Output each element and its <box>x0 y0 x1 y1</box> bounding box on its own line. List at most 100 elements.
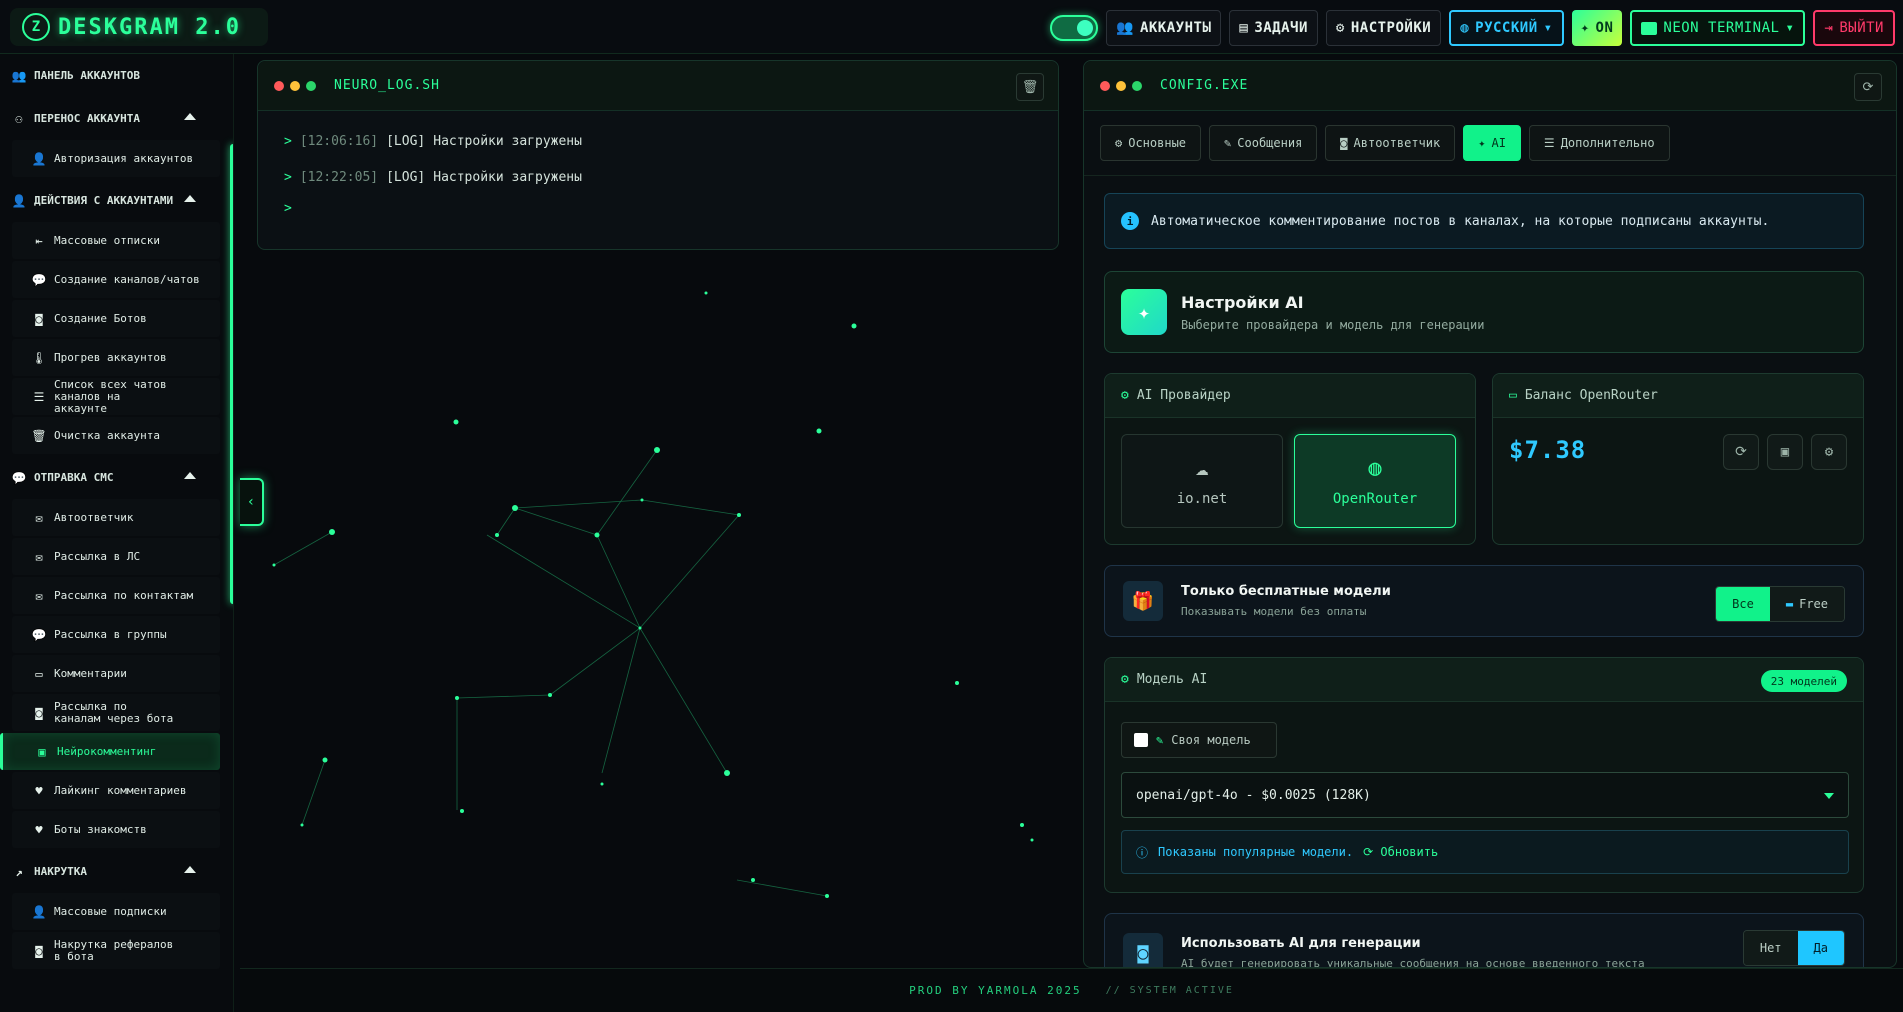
window-maximize-dot[interactable] <box>306 80 316 91</box>
sidebar-item-label: Рассылка по контактам <box>54 588 194 602</box>
provider-label: io.net <box>1176 490 1228 507</box>
theme-label: NEON TERMINAL <box>1663 20 1780 36</box>
free-models-option[interactable]: ▬ Free <box>1769 587 1844 621</box>
settings-button[interactable]: ⚙ НАСТРОЙКИ <box>1325 10 1442 46</box>
prompt-glyph: > <box>284 169 292 185</box>
window-minimize-dot[interactable] <box>290 80 300 91</box>
sidebar-item-neurocommenting[interactable]: ▣ Нейрокомментинг <box>0 733 220 770</box>
card-title: AI Провайдер <box>1136 388 1231 403</box>
custom-model-checkbox[interactable]: ✎ Своя модель <box>1121 722 1277 758</box>
reload-config-button[interactable]: ⟳ <box>1854 73 1882 101</box>
app-logo[interactable]: Z DESKGRAM 2.0 <box>10 8 268 46</box>
tab-autoresponder[interactable]: ◙ Автоответчик <box>1325 125 1456 161</box>
settings-balance-button[interactable]: ⚙ <box>1811 434 1847 470</box>
sidebar-item-label: Список всех чатов каналов на аккаунте <box>54 377 167 415</box>
log-prompt[interactable]: > <box>258 201 1058 216</box>
power-toggle[interactable] <box>1050 15 1099 41</box>
sidebar-scrollbar[interactable] <box>230 144 233 604</box>
info-icon: i <box>1121 212 1139 230</box>
sidebar: 👥 ПАНЕЛЬ АККАУНТОВ ⚇ ПЕРЕНОС АККАУНТА 👤 … <box>0 54 234 1012</box>
refresh-icon: ⟳ <box>1862 79 1874 95</box>
sidebar-item-label: Рассылка по каналам через бота <box>54 699 174 725</box>
chat-bubble-icon: 💬 <box>31 627 47 642</box>
sidebar-item-label: ПАНЕЛЬ АККАУНТОВ <box>34 69 140 82</box>
cloud-icon: ☁ <box>1195 455 1209 481</box>
tab-basic[interactable]: ⚙ Основные <box>1100 125 1202 161</box>
sidebar-item-dating-bots[interactable]: ♥ Боты знакомств <box>12 811 220 848</box>
chart-line-icon: ↗ <box>15 864 23 879</box>
envelope-open-icon: ✉ <box>35 510 43 525</box>
refresh-models-link[interactable]: ⟳ Обновить <box>1363 845 1438 859</box>
chevron-up-icon <box>184 113 196 120</box>
sparkle-icon: ✦ <box>1121 289 1167 335</box>
globe-icon: ◍ <box>1460 20 1470 36</box>
edit-icon: ✎ <box>1156 733 1164 747</box>
sidebar-item-contacts-mailing[interactable]: ✉ Рассылка по контактам <box>12 577 220 614</box>
provider-option-ionet[interactable]: ☁ io.net <box>1121 434 1283 528</box>
accounts-button[interactable]: 👥 АККАУНТЫ <box>1106 10 1222 46</box>
window-minimize-dot[interactable] <box>1116 80 1126 91</box>
tab-ai[interactable]: ✦ AI <box>1463 125 1521 161</box>
sidebar-section-boost[interactable]: ↗ НАКРУТКА <box>0 850 214 893</box>
ai-settings-title: Настройки AI <box>1181 292 1304 312</box>
provider-option-openrouter[interactable]: ◍ OpenRouter <box>1294 434 1456 528</box>
sidebar-item-autoresponder[interactable]: ✉ Автоответчик <box>12 499 220 536</box>
model-count-badge: 23 моделей <box>1760 670 1847 692</box>
chevron-left-icon: ‹ <box>246 494 256 510</box>
sidebar-item-create-channels[interactable]: 💬 Создание каналов/чатов <box>12 261 220 298</box>
sidebar-item-label: Очистка аккаунта <box>54 428 160 442</box>
top-bar: Z DESKGRAM 2.0 👥 АККАУНТЫ ▤ ЗАДАЧИ ⚙ НАС… <box>0 0 1903 54</box>
tasks-button[interactable]: ▤ ЗАДАЧИ <box>1229 10 1318 46</box>
window-close-dot[interactable] <box>274 80 284 91</box>
sidebar-item-referrals[interactable]: ◙ Накрутка рефералов в бота <box>12 932 220 969</box>
chevron-up-icon <box>184 866 196 873</box>
sidebar-section-label: НАКРУТКА <box>34 865 87 878</box>
tab-advanced[interactable]: ☰ Дополнительно <box>1528 125 1670 161</box>
sidebar-item-cleanup[interactable]: 🗑 Очистка аккаунта <box>12 417 220 454</box>
sidebar-item-label: Создание Ботов <box>54 311 147 325</box>
sidebar-item-bot-channel-mailing[interactable]: ◙ Рассылка по каналам через бота <box>12 694 220 731</box>
use-ai-title: Использовать AI для генерации <box>1181 936 1421 951</box>
checkbox[interactable] <box>1134 733 1148 747</box>
chip-icon: ▣ <box>1780 444 1790 460</box>
list-icon: ☰ <box>33 389 45 404</box>
sidebar-item-label: Рассылка в группы <box>54 627 167 641</box>
refresh-label: Обновить <box>1380 845 1439 859</box>
sidebar-item-chat-list[interactable]: ☰ Список всех чатов каналов на аккаунте <box>12 378 220 415</box>
sidebar-item-label: Создание каналов/чатов <box>54 272 200 286</box>
ai-on-button[interactable]: ✦ ON <box>1571 10 1623 46</box>
sidebar-section-transfer[interactable]: ⚇ ПЕРЕНОС АККАУНТА <box>0 97 214 140</box>
sidebar-item-auth[interactable]: 👤 Авторизация аккаунтов <box>12 140 220 177</box>
window-maximize-dot[interactable] <box>1132 80 1142 91</box>
tab-messages[interactable]: ✎ Сообщения <box>1209 125 1318 161</box>
sidebar-item-accounts-panel[interactable]: 👥 ПАНЕЛЬ АККАУНТОВ <box>0 54 214 97</box>
window-close-dot[interactable] <box>1100 80 1110 91</box>
language-select[interactable]: ◍ РУССКИЙ ▾ <box>1449 10 1564 46</box>
exit-button[interactable]: ⇥ ВЫЙТИ <box>1813 10 1895 46</box>
info-text: Автоматическое комментирование постов в … <box>1151 213 1770 229</box>
all-models-option[interactable]: Все <box>1716 587 1770 621</box>
refresh-balance-button[interactable]: ⟳ <box>1723 434 1759 470</box>
model-select[interactable]: openai/gpt-4o - $0.0025 (128K) <box>1121 772 1849 818</box>
gear-icon: ⚙ <box>1824 444 1834 460</box>
sidebar-section-sms[interactable]: 💬 ОТПРАВКА СМС <box>0 456 214 499</box>
use-ai-no-option[interactable]: Нет <box>1743 931 1798 965</box>
clipboard-icon: ▤ <box>1239 20 1249 36</box>
use-ai-yes-option[interactable]: Да <box>1797 931 1844 965</box>
clear-log-button[interactable]: 🗑 <box>1016 73 1044 101</box>
chip-button[interactable]: ▣ <box>1767 434 1803 470</box>
sidebar-item-mass-unsubscribe[interactable]: ⇤ Массовые отписки <box>12 222 220 259</box>
sidebar-item-label: Массовые отписки <box>54 233 160 247</box>
sidebar-item-comments[interactable]: ▭ Комментарии <box>12 655 220 692</box>
sidebar-item-mass-subscribe[interactable]: 👤 Массовые подписки <box>12 893 220 930</box>
sidebar-item-comment-likes[interactable]: ♥ Лайкинг комментариев <box>12 772 220 809</box>
theme-select[interactable]: NEON TERMINAL ▾ <box>1630 10 1806 46</box>
custom-model-label: Своя модель <box>1171 733 1251 747</box>
sidebar-section-account-actions[interactable]: 👤 ДЕЙСТВИЯ С АККАУНТАМИ <box>0 179 214 222</box>
sidebar-item-dm-mailing[interactable]: ✉ Рассылка в ЛС <box>12 538 220 575</box>
sidebar-item-warmup[interactable]: 🌡 Прогрев аккаунтов <box>12 339 220 376</box>
sidebar-item-create-bots[interactable]: ◙ Создание Ботов <box>12 300 220 337</box>
model-select-value: openai/gpt-4o - $0.0025 (128K) <box>1136 787 1371 803</box>
models-note: ⓘ Показаны популярные модели. ⟳ Обновить <box>1121 830 1849 874</box>
sidebar-item-groups-mailing[interactable]: 💬 Рассылка в группы <box>12 616 220 653</box>
